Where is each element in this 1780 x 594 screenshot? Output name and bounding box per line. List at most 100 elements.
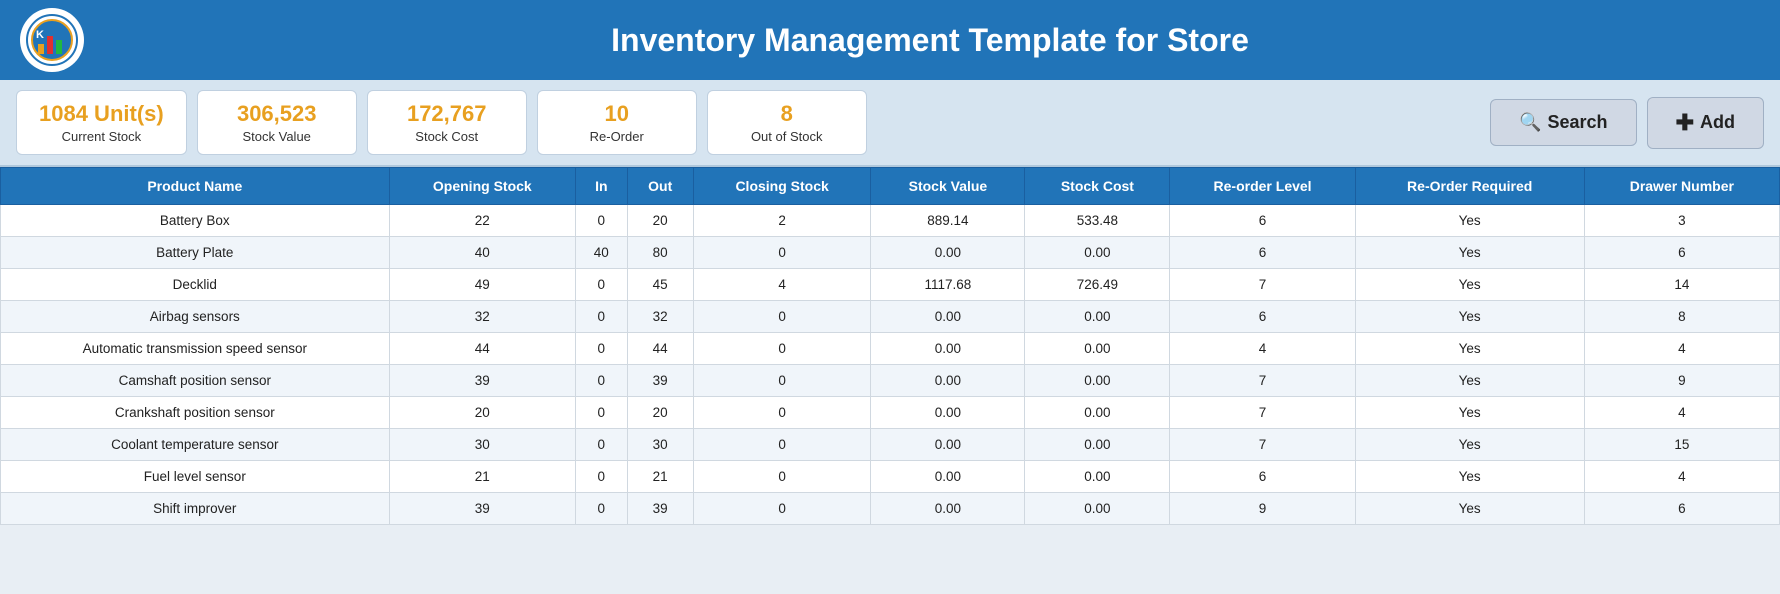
table-cell-8-4: 0 [693, 461, 871, 493]
table-col-header-0: Product Name [1, 168, 390, 205]
table-cell-0-0: Battery Box [1, 205, 390, 237]
table-cell-1-8: Yes [1355, 237, 1584, 269]
table-cell-9-5: 0.00 [871, 493, 1025, 525]
stat-current-stock: 1084 Unit(s) Current Stock [16, 90, 187, 155]
table-cell-3-3: 32 [627, 301, 693, 333]
search-button[interactable]: 🔍 Search [1490, 99, 1636, 146]
stats-bar: 1084 Unit(s) Current Stock 306,523 Stock… [0, 80, 1780, 167]
table-cell-4-0: Automatic transmission speed sensor [1, 333, 390, 365]
table-cell-1-5: 0.00 [871, 237, 1025, 269]
logo-inner: K [26, 14, 78, 66]
table-cell-0-2: 0 [576, 205, 628, 237]
table-cell-3-1: 32 [389, 301, 575, 333]
table-cell-4-2: 0 [576, 333, 628, 365]
table-cell-0-8: Yes [1355, 205, 1584, 237]
table-cell-0-4: 2 [693, 205, 871, 237]
table-row: Fuel level sensor2102100.000.006Yes4 [1, 461, 1780, 493]
table-cell-5-8: Yes [1355, 365, 1584, 397]
table-cell-0-7: 6 [1170, 205, 1355, 237]
table-cell-3-7: 6 [1170, 301, 1355, 333]
table-cell-7-7: 7 [1170, 429, 1355, 461]
table-cell-0-3: 20 [627, 205, 693, 237]
table-cell-5-3: 39 [627, 365, 693, 397]
table-cell-8-5: 0.00 [871, 461, 1025, 493]
table-row: Crankshaft position sensor2002000.000.00… [1, 397, 1780, 429]
out-of-stock-label: Out of Stock [730, 129, 844, 144]
table-cell-0-9: 3 [1584, 205, 1779, 237]
page-title: Inventory Management Template for Store [100, 22, 1760, 59]
inventory-table-container: Product NameOpening StockInOutClosing St… [0, 167, 1780, 525]
table-cell-3-5: 0.00 [871, 301, 1025, 333]
table-cell-4-3: 44 [627, 333, 693, 365]
table-cell-8-6: 0.00 [1025, 461, 1170, 493]
search-icon: 🔍 [1519, 112, 1541, 133]
table-cell-6-2: 0 [576, 397, 628, 429]
add-button[interactable]: ✚ Add [1647, 97, 1764, 149]
reorder-value: 10 [560, 101, 674, 127]
table-cell-5-1: 39 [389, 365, 575, 397]
current-stock-label: Current Stock [39, 129, 164, 144]
table-cell-8-0: Fuel level sensor [1, 461, 390, 493]
table-col-header-1: Opening Stock [389, 168, 575, 205]
table-header-row: Product NameOpening StockInOutClosing St… [1, 168, 1780, 205]
table-cell-3-8: Yes [1355, 301, 1584, 333]
table-cell-6-1: 20 [389, 397, 575, 429]
table-cell-6-8: Yes [1355, 397, 1584, 429]
inventory-table: Product NameOpening StockInOutClosing St… [0, 167, 1780, 525]
table-cell-8-9: 4 [1584, 461, 1779, 493]
table-row: Decklid4904541117.68726.497Yes14 [1, 269, 1780, 301]
table-cell-9-4: 0 [693, 493, 871, 525]
table-cell-1-9: 6 [1584, 237, 1779, 269]
table-cell-7-5: 0.00 [871, 429, 1025, 461]
table-cell-4-1: 44 [389, 333, 575, 365]
table-cell-6-5: 0.00 [871, 397, 1025, 429]
table-row: Camshaft position sensor3903900.000.007Y… [1, 365, 1780, 397]
table-cell-9-7: 9 [1170, 493, 1355, 525]
table-cell-1-3: 80 [627, 237, 693, 269]
current-stock-value: 1084 Unit(s) [39, 101, 164, 127]
svg-text:K: K [36, 29, 44, 41]
out-of-stock-value: 8 [730, 101, 844, 127]
table-cell-7-2: 0 [576, 429, 628, 461]
table-cell-4-5: 0.00 [871, 333, 1025, 365]
table-cell-2-3: 45 [627, 269, 693, 301]
table-cell-2-0: Decklid [1, 269, 390, 301]
table-col-header-7: Re-order Level [1170, 168, 1355, 205]
table-cell-7-8: Yes [1355, 429, 1584, 461]
table-cell-4-4: 0 [693, 333, 871, 365]
table-cell-4-7: 4 [1170, 333, 1355, 365]
table-cell-7-3: 30 [627, 429, 693, 461]
table-cell-7-9: 15 [1584, 429, 1779, 461]
table-cell-7-1: 30 [389, 429, 575, 461]
table-cell-1-7: 6 [1170, 237, 1355, 269]
table-cell-8-7: 6 [1170, 461, 1355, 493]
table-cell-5-6: 0.00 [1025, 365, 1170, 397]
search-button-label: Search [1548, 112, 1608, 133]
table-cell-9-1: 39 [389, 493, 575, 525]
table-cell-5-4: 0 [693, 365, 871, 397]
table-cell-2-6: 726.49 [1025, 269, 1170, 301]
table-cell-2-5: 1117.68 [871, 269, 1025, 301]
table-cell-6-4: 0 [693, 397, 871, 429]
table-cell-9-6: 0.00 [1025, 493, 1170, 525]
table-cell-6-3: 20 [627, 397, 693, 429]
stock-value-label: Stock Value [220, 129, 334, 144]
stock-cost-value: 172,767 [390, 101, 504, 127]
table-cell-2-4: 4 [693, 269, 871, 301]
table-cell-4-8: Yes [1355, 333, 1584, 365]
reorder-label: Re-Order [560, 129, 674, 144]
table-col-header-4: Closing Stock [693, 168, 871, 205]
table-cell-1-4: 0 [693, 237, 871, 269]
table-cell-1-2: 40 [576, 237, 628, 269]
table-cell-5-7: 7 [1170, 365, 1355, 397]
table-cell-1-6: 0.00 [1025, 237, 1170, 269]
table-cell-8-1: 21 [389, 461, 575, 493]
table-col-header-5: Stock Value [871, 168, 1025, 205]
logo: K [20, 8, 84, 72]
stock-value-value: 306,523 [220, 101, 334, 127]
table-cell-9-8: Yes [1355, 493, 1584, 525]
table-cell-1-0: Battery Plate [1, 237, 390, 269]
table-cell-6-9: 4 [1584, 397, 1779, 429]
add-icon: ✚ [1676, 110, 1694, 136]
table-row: Coolant temperature sensor3003000.000.00… [1, 429, 1780, 461]
